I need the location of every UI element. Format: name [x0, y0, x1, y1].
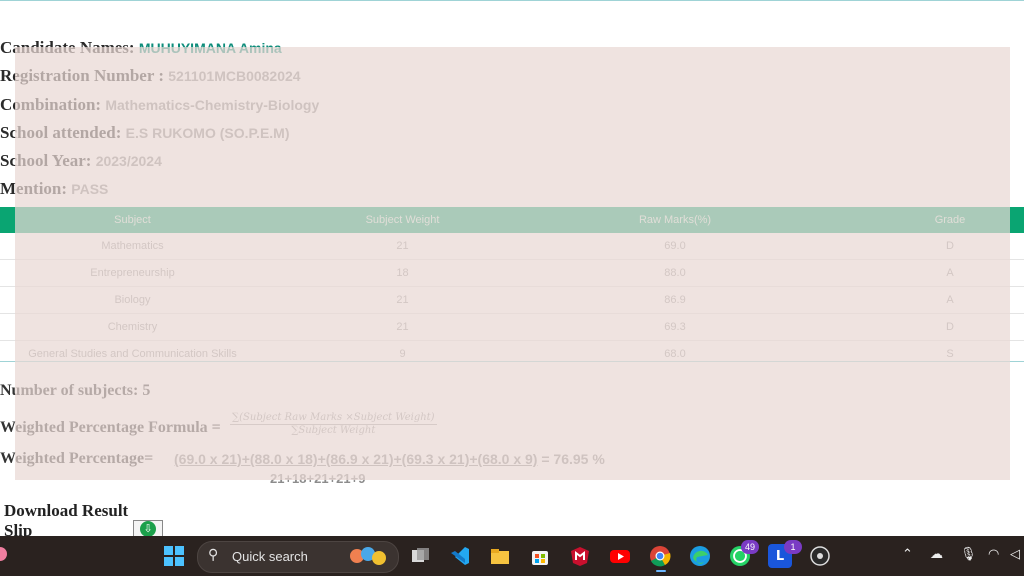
cell-subject: Entrepreneurship — [90, 267, 175, 279]
cell-raw-marks: 86.9 — [664, 294, 686, 306]
download-icon: ⇩ — [140, 521, 156, 537]
mention-label: Mention: — [0, 179, 68, 198]
chevron-up-icon[interactable]: ⌃ — [902, 547, 913, 562]
wp-denominator: 21+18+21+21+9 — [270, 471, 366, 486]
file-explorer-icon[interactable] — [488, 544, 512, 568]
cell-weight: 9 — [399, 348, 406, 360]
mention-value: PASS — [71, 181, 109, 197]
search-placeholder: Quick search — [232, 549, 308, 564]
cell-subject: Mathematics — [101, 240, 164, 252]
table-row: General Studies and Communication Skills… — [0, 341, 1024, 367]
cloud-offline-icon[interactable]: ☁ — [930, 547, 943, 562]
cell-grade: A — [946, 294, 954, 306]
table-row: Chemistry 21 69.3 D — [0, 314, 1024, 341]
weighted-percentage-expression: (69.0 x 21)+(88.0 x 18)+(86.9 x 21)+(69.… — [174, 451, 605, 467]
cell-weight: 18 — [396, 267, 409, 279]
cell-raw-marks: 68.0 — [664, 348, 686, 360]
candidate-name-row: Candidate Names: MUHUYIMANA Amina — [0, 38, 282, 58]
wifi-icon[interactable]: ◠ — [988, 547, 999, 562]
cell-subject: General Studies and Communication Skills — [28, 348, 237, 360]
wp-result: = 76.95 % — [541, 451, 605, 467]
number-of-subjects: Number of subjects: 5 — [0, 382, 150, 400]
formula-numerator: ∑(Subject Raw Marks ×Subject Weight) — [230, 412, 437, 425]
registration-label: Registration Number : — [0, 66, 164, 85]
cell-weight: 21 — [396, 321, 409, 333]
microphone-icon[interactable]: 🎙 — [960, 547, 977, 562]
taskbar: ⚲ Quick search 49 L 1 ⌃ ☁ 🎙 ◠ ◁ — [0, 536, 1024, 576]
registration-value: 521101MCB0082024 — [168, 68, 301, 84]
widgets-icon[interactable] — [0, 542, 12, 566]
cell-weight: 21 — [396, 294, 409, 306]
school-label: School attended: — [0, 123, 122, 142]
vscode-icon[interactable] — [448, 544, 472, 568]
balloons-icon — [350, 547, 386, 565]
cell-grade: A — [946, 267, 954, 279]
candidate-name-label: Candidate Names: — [0, 38, 135, 57]
table-row: Mathematics 21 69.0 D — [0, 233, 1024, 260]
cell-weight: 21 — [396, 240, 409, 252]
cell-grade: S — [946, 348, 954, 360]
search-box[interactable]: ⚲ Quick search — [197, 541, 399, 573]
wp-numerator: (69.0 x 21)+(88.0 x 18)+(86.9 x 21)+(69.… — [174, 451, 538, 467]
results-table: Subject Subject Weight Raw Marks(%) Grad… — [0, 207, 1024, 367]
mcafee-icon[interactable] — [568, 544, 592, 568]
windows-icon — [164, 546, 184, 566]
whatsapp-badge: 49 — [741, 540, 759, 554]
cell-subject: Chemistry — [107, 321, 158, 333]
school-year-row: School Year: 2023/2024 — [0, 151, 162, 171]
cell-raw-marks: 69.3 — [664, 321, 686, 333]
task-view-icon[interactable] — [408, 544, 432, 568]
edge-icon[interactable] — [688, 544, 712, 568]
registration-row: Registration Number : 521101MCB0082024 — [0, 66, 301, 86]
store-icon[interactable] — [528, 544, 552, 568]
youtube-icon[interactable] — [608, 544, 632, 568]
cell-subject: Biology — [114, 294, 151, 306]
search-icon: ⚲ — [208, 547, 219, 563]
table-row: Entrepreneurship 18 88.0 A — [0, 260, 1024, 287]
school-year-value: 2023/2024 — [95, 153, 162, 169]
school-value: E.S RUKOMO (SO.P.E.M) — [125, 125, 290, 141]
header-grade: Grade — [934, 214, 966, 226]
num-subjects-label: Number of subjects: — [0, 382, 139, 399]
section-divider — [0, 361, 1024, 362]
table-header: Subject Subject Weight Raw Marks(%) Grad… — [0, 207, 1024, 233]
volume-icon[interactable]: ◁ — [1010, 547, 1020, 562]
download-label-text: Download Result Slip — [4, 501, 129, 540]
num-subjects-value: 5 — [142, 382, 151, 399]
combination-label: Combination: — [0, 95, 102, 114]
l-app-badge: 1 — [784, 540, 802, 554]
download-result-label: Download Result Slip — [4, 501, 144, 541]
cell-grade: D — [946, 321, 954, 333]
formula-label: Weighted Percentage Formula = — [0, 419, 221, 436]
start-button[interactable] — [162, 544, 186, 568]
cell-grade: D — [946, 240, 954, 252]
chrome-icon[interactable] — [648, 544, 672, 568]
cell-raw-marks: 69.0 — [664, 240, 686, 252]
cell-raw-marks: 88.0 — [664, 267, 686, 279]
weighted-percentage-label: Weighted Percentage= — [0, 450, 154, 467]
school-year-label: School Year: — [0, 151, 92, 170]
table-row: Biology 21 86.9 A — [0, 287, 1024, 314]
formula-denominator: ∑Subject Weight — [291, 425, 376, 436]
combination-row: Combination: Mathematics-Chemistry-Biolo… — [0, 95, 319, 115]
header-raw-marks: Raw Marks(%) — [638, 214, 712, 226]
chrome-active-indicator — [656, 570, 666, 572]
header-subject: Subject — [114, 214, 151, 226]
candidate-name-value: MUHUYIMANA Amina — [138, 40, 282, 56]
top-border — [0, 0, 1024, 1]
obs-icon[interactable] — [808, 544, 832, 568]
school-row: School attended: E.S RUKOMO (SO.P.E.M) — [0, 123, 290, 143]
formula-fraction: ∑(Subject Raw Marks ×Subject Weight) ∑Su… — [230, 412, 437, 436]
combination-value: Mathematics-Chemistry-Biology — [105, 97, 320, 113]
mention-row: Mention: PASS — [0, 179, 108, 199]
header-weight: Subject Weight — [365, 214, 440, 226]
